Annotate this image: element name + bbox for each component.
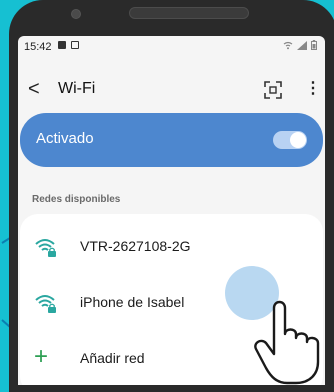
wifi-toggle-bar[interactable]: Activado [20,113,323,167]
status-time: 15:42 [24,41,52,53]
status-bar: 15:42 [18,36,325,56]
qr-scan-icon [264,81,282,99]
wifi-lock-icon [35,295,56,313]
wifi-status-icon [283,41,293,50]
wifi-switch[interactable] [273,131,307,149]
wifi-lock-icon [35,239,56,257]
phone-top-bezel [9,0,334,36]
earpiece-speaker [129,7,249,19]
system-icons [283,40,317,50]
wifi-toggle-label: Activado [36,130,94,147]
battery-icon [311,40,317,50]
notification-icons [58,41,79,49]
pointing-hand-icon [254,300,320,385]
page-title: Wi-Fi [58,80,96,97]
notification-icon [58,41,66,49]
more-options-button[interactable]: ⋮ [305,78,321,102]
qr-scan-button[interactable] [263,80,283,100]
back-button[interactable]: < [28,76,50,102]
network-name: VTR-2627108-2G [80,238,191,254]
signal-icon [297,41,307,50]
switch-knob [290,132,306,148]
front-camera [71,9,81,19]
add-network-label: Añadir red [80,350,145,366]
app-bar: < Wi-Fi ⋮ [18,76,325,106]
network-name: iPhone de Isabel [80,294,185,310]
available-networks-heading: Redes disponibles [32,194,121,205]
network-item[interactable]: VTR-2627108-2G [20,222,323,272]
notification-icon [71,41,79,49]
plus-icon: + [34,343,49,370]
